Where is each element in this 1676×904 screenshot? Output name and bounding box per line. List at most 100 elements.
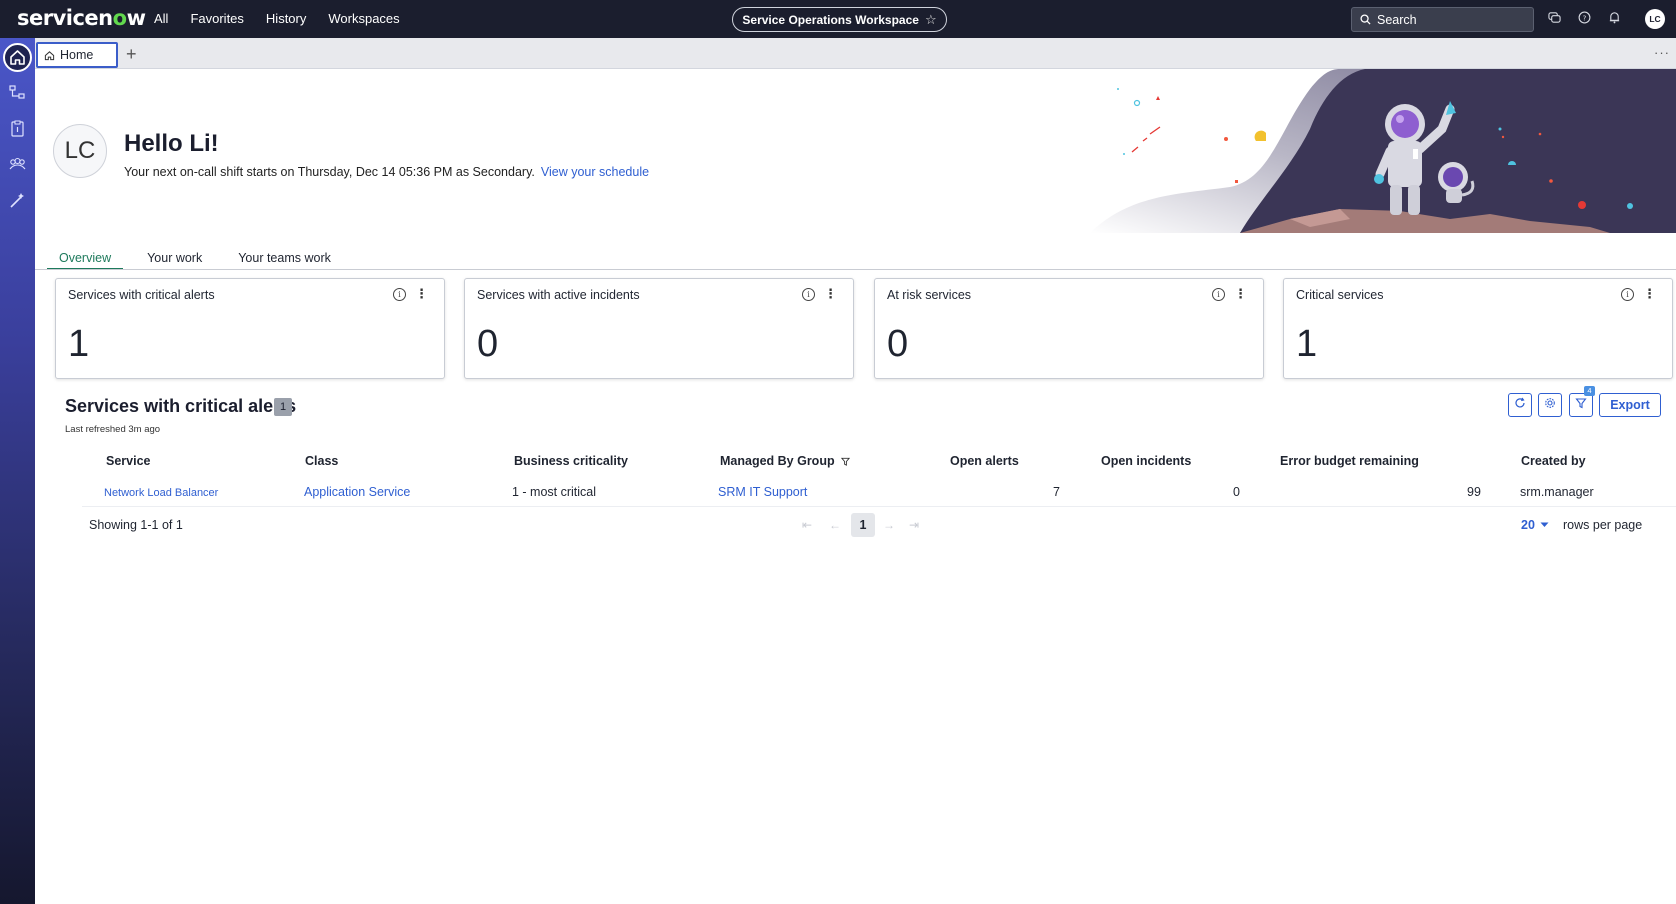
filter-icon: [1575, 398, 1587, 409]
list-title: Services with critical alerts: [65, 396, 297, 416]
search-icon: [1360, 14, 1371, 25]
workspace-selector[interactable]: Service Operations Workspace ☆: [732, 7, 947, 32]
column-header-open-alerts[interactable]: Open alerts: [950, 454, 1019, 468]
tab-your-teams-work[interactable]: Your teams work: [238, 248, 343, 270]
more-vertical-icon[interactable]: ⋮: [415, 286, 428, 302]
column-filter-icon[interactable]: [840, 457, 851, 466]
tab-home-label: Home: [60, 48, 94, 62]
clipboard-icon[interactable]: [8, 119, 27, 138]
more-vertical-icon[interactable]: ⋮: [1234, 286, 1247, 302]
refresh-button[interactable]: [1508, 393, 1532, 417]
column-header-managed-by-group[interactable]: Managed By Group: [720, 454, 851, 468]
card-title: At risk services: [887, 288, 972, 302]
refresh-icon: [1515, 397, 1525, 408]
card-value: 0: [887, 323, 909, 365]
teams-icon[interactable]: [8, 155, 27, 174]
filter-count-badge: 4: [1584, 386, 1595, 396]
workspace-label: Service Operations Workspace: [742, 12, 919, 27]
column-header-open-incidents[interactable]: Open incidents: [1101, 454, 1191, 468]
tab-more-button[interactable]: ···: [1654, 45, 1670, 60]
nav-all[interactable]: All: [154, 11, 168, 26]
card-critical-alerts[interactable]: Services with critical alerts i ⋮ 1: [55, 278, 445, 379]
view-schedule-link[interactable]: View your schedule: [541, 165, 649, 179]
chevron-down-icon: [1540, 522, 1549, 527]
rows-per-page-select[interactable]: 20: [1521, 518, 1549, 532]
info-icon[interactable]: i: [802, 288, 815, 301]
cell-group-link[interactable]: SRM IT Support: [718, 485, 807, 499]
column-header-business-criticality[interactable]: Business criticality: [514, 454, 628, 468]
add-tab-button[interactable]: +: [126, 44, 137, 65]
card-title: Services with critical alerts: [68, 288, 215, 302]
cell-class-link[interactable]: Application Service: [304, 485, 410, 499]
left-rail: [0, 38, 35, 904]
card-at-risk[interactable]: At risk services i ⋮ 0: [874, 278, 1264, 379]
cell-open-alerts: 7: [1053, 485, 1060, 499]
tab-strip: [35, 38, 1676, 69]
next-page-icon[interactable]: →: [883, 518, 895, 532]
first-page-icon[interactable]: ⇤: [802, 518, 812, 532]
column-header-label: Managed By Group: [720, 454, 835, 468]
info-icon[interactable]: i: [1212, 288, 1225, 301]
user-avatar[interactable]: LC: [1645, 9, 1665, 29]
help-icon[interactable]: ?: [1576, 11, 1592, 27]
cell-created-by: srm.manager: [1520, 485, 1594, 499]
home-small-icon: [44, 50, 55, 60]
more-vertical-icon[interactable]: ⋮: [824, 286, 837, 302]
bell-icon[interactable]: [1606, 11, 1622, 27]
gear-icon: [1545, 398, 1555, 408]
user-avatar-large: LC: [53, 124, 107, 178]
astronaut-illustration: [1090, 69, 1676, 233]
filter-button[interactable]: [1569, 393, 1593, 417]
cell-business-criticality: 1 - most critical: [512, 485, 597, 499]
chat-icon[interactable]: [1546, 11, 1562, 27]
top-navigation-bar: servicenow All Favorites History Workspa…: [0, 0, 1676, 38]
cell-open-incidents: 0: [1233, 485, 1240, 499]
card-value: 1: [68, 323, 90, 365]
logo-text: servicen: [17, 6, 113, 30]
search-placeholder: Search: [1377, 12, 1417, 27]
nav-favorites[interactable]: Favorites: [190, 11, 243, 26]
tab-overview[interactable]: Overview: [47, 248, 124, 270]
view-tabs: Overview Your work Your teams work: [47, 248, 367, 270]
column-header-class[interactable]: Class: [305, 454, 338, 468]
service-map-icon[interactable]: [8, 83, 27, 102]
star-icon[interactable]: ☆: [925, 12, 937, 28]
home-rail-button[interactable]: [3, 43, 32, 72]
card-title: Services with active incidents: [477, 288, 640, 302]
column-header-service[interactable]: Service: [106, 454, 150, 468]
main-nav: All Favorites History Workspaces: [154, 11, 422, 26]
tabs-divider: [35, 269, 1676, 270]
oncall-message: Your next on-call shift starts on Thursd…: [124, 165, 649, 179]
rows-per-page-label: rows per page: [1563, 518, 1643, 532]
more-vertical-icon[interactable]: ⋮: [1643, 286, 1656, 302]
cell-service-link[interactable]: Network Load Balancer: [104, 487, 218, 499]
info-icon[interactable]: i: [393, 288, 406, 301]
card-value: 1: [1296, 323, 1318, 365]
info-icon[interactable]: i: [1621, 288, 1634, 301]
column-header-error-budget[interactable]: Error budget remaining: [1280, 454, 1419, 468]
home-icon: [10, 50, 25, 65]
tab-home[interactable]: Home: [36, 42, 118, 68]
servicenow-logo[interactable]: servicenow: [17, 6, 146, 30]
global-search[interactable]: Search: [1351, 7, 1534, 32]
current-page-button[interactable]: 1: [851, 513, 875, 537]
card-critical-services[interactable]: Critical services i ⋮ 1: [1283, 278, 1673, 379]
logo-text-end: w: [126, 6, 146, 30]
settings-button[interactable]: [1538, 393, 1562, 417]
export-button[interactable]: Export: [1599, 393, 1661, 417]
last-page-icon[interactable]: ⇥: [909, 518, 919, 532]
row-divider: [82, 506, 1676, 507]
column-header-created-by[interactable]: Created by: [1521, 454, 1586, 468]
wand-icon[interactable]: [8, 191, 27, 210]
rows-per-page-value: 20: [1521, 518, 1535, 532]
prev-page-icon[interactable]: ←: [829, 518, 841, 532]
logo-o: o: [112, 6, 127, 30]
cell-error-budget: 99: [1467, 485, 1481, 499]
last-refreshed: Last refreshed 3m ago: [65, 424, 161, 435]
tab-your-work[interactable]: Your work: [147, 248, 214, 270]
greeting-heading: Hello Li!: [124, 130, 219, 157]
card-active-incidents[interactable]: Services with active incidents i ⋮ 0: [464, 278, 854, 379]
nav-history[interactable]: History: [266, 11, 306, 26]
svg-text:?: ?: [1582, 13, 1586, 22]
nav-workspaces[interactable]: Workspaces: [328, 11, 399, 26]
